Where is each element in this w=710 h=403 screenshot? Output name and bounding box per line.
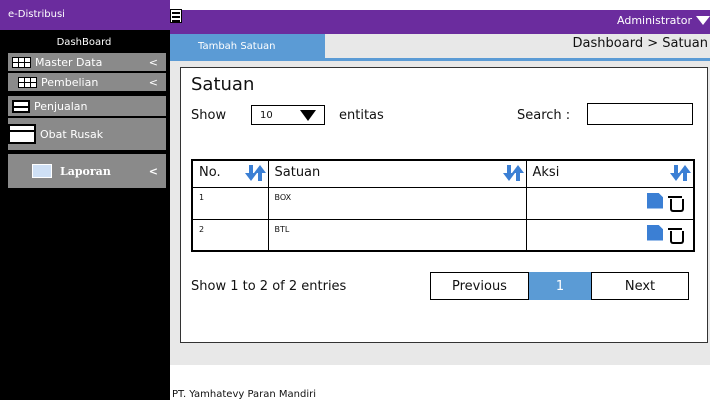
sort-icon[interactable] (670, 165, 691, 181)
cell-no: 1 (191, 186, 269, 220)
breadcrumb: Dashboard > Satuan (572, 36, 708, 51)
cell-aksi (525, 218, 695, 252)
sidebar: e-Distribusi DashBoard Master Data < Pem… (0, 0, 170, 400)
page-size-select[interactable]: 10 (251, 105, 325, 125)
box-icon (8, 124, 36, 144)
col-aksi[interactable]: Aksi (525, 159, 695, 188)
sidebar-item-penjualan[interactable]: Penjualan (8, 96, 166, 116)
divider (170, 58, 710, 61)
sidebar-item-label: DashBoard (56, 36, 112, 48)
page-1-button[interactable]: 1 (529, 272, 591, 300)
show-label: Show (191, 108, 227, 123)
next-button[interactable]: Next (591, 272, 689, 300)
sidebar-item-label: Laporan (60, 164, 111, 178)
search-label: Search : (517, 108, 571, 123)
footer-company: PT. Yamhatevy Paran Mandiri (172, 389, 317, 400)
table-header-row: No. Satuan Aksi (191, 159, 695, 188)
menu-icon[interactable] (170, 9, 182, 23)
user-menu[interactable]: Administrator (617, 14, 710, 27)
grid-icon (12, 56, 31, 68)
sort-icon[interactable] (502, 165, 524, 181)
box-icon (12, 99, 30, 113)
table-row: 1 BOX (191, 186, 695, 220)
edit-icon[interactable] (647, 192, 663, 209)
satuan-table: No. Satuan Aksi 1 BOX 2 BTL (191, 159, 695, 252)
sidebar-item-obat-rusak[interactable]: Obat Rusak (8, 118, 166, 150)
tambah-satuan-tab[interactable]: Tambah Satuan (170, 34, 325, 60)
chevron-left-icon: < (148, 55, 158, 69)
sidebar-item-master-data[interactable]: Master Data < (8, 53, 166, 71)
sidebar-item-label: Pembelian (41, 75, 99, 89)
table-icon (18, 76, 37, 88)
trash-icon[interactable] (667, 225, 684, 244)
sidebar-item-label: Obat Rusak (40, 127, 104, 141)
folder-icon (32, 164, 52, 178)
cell-aksi (525, 186, 695, 220)
cell-no: 2 (191, 218, 269, 252)
search-input[interactable] (587, 103, 693, 125)
edit-icon[interactable] (647, 224, 663, 241)
user-name: Administrator (617, 14, 692, 27)
sidebar-item-label: Penjualan (34, 99, 88, 113)
sidebar-item-dashboard[interactable]: DashBoard (0, 32, 168, 52)
sidebar-item-pembelian[interactable]: Pembelian < (8, 73, 166, 91)
sidebar-item-label: Master Data (35, 55, 103, 69)
col-satuan[interactable]: Satuan (267, 159, 527, 188)
cell-satuan: BOX (267, 186, 527, 220)
chevron-left-icon: < (148, 164, 158, 178)
trash-icon[interactable] (667, 193, 684, 212)
entries-summary: Show 1 to 2 of 2 entries (191, 279, 347, 294)
cell-satuan: BTL (267, 218, 527, 252)
caret-down-icon (300, 110, 316, 121)
top-bar: Administrator (170, 9, 710, 34)
previous-button[interactable]: Previous (430, 272, 529, 300)
entities-label: entitas (339, 108, 384, 123)
sidebar-item-laporan[interactable]: Laporan < (8, 154, 166, 188)
col-no[interactable]: No. (191, 159, 269, 188)
app-brand: e-Distribusi (0, 0, 170, 30)
pagination: Previous 1 Next (430, 272, 689, 300)
page-size-value: 10 (260, 110, 273, 121)
satuan-panel: Satuan Show 10 entitas Search : No. Satu… (180, 67, 708, 343)
content-area: Tambah Satuan Dashboard > Satuan Satuan … (170, 34, 710, 365)
caret-down-icon (696, 16, 710, 25)
chevron-left-icon: < (148, 75, 158, 89)
table-row: 2 BTL (191, 218, 695, 252)
sort-icon[interactable] (244, 165, 266, 181)
page-title: Satuan (191, 74, 255, 95)
